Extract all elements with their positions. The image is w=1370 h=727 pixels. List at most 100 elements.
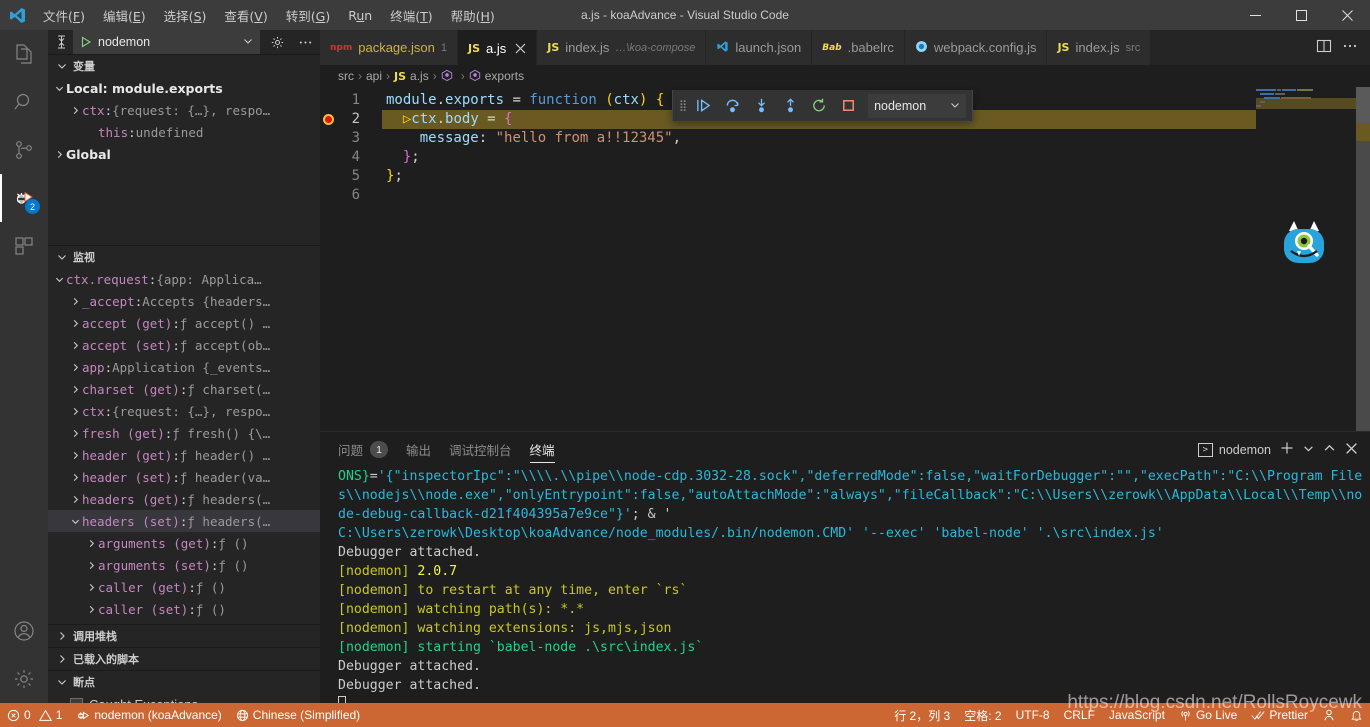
chevron-right-icon[interactable]	[68, 106, 82, 115]
drag-handle-icon[interactable]: ⣿	[679, 99, 687, 112]
tree-row[interactable]: Global	[48, 143, 320, 165]
call-stack-header[interactable]: 调用堆栈	[48, 625, 320, 647]
chevron-right-icon[interactable]	[68, 341, 82, 350]
debug-restart-button[interactable]	[806, 93, 832, 119]
status-eol[interactable]: CRLF	[1057, 703, 1102, 727]
chevron-right-icon[interactable]	[68, 297, 82, 306]
breadcrumb-item-exports[interactable]: exports	[469, 69, 524, 84]
chevron-right-icon[interactable]	[68, 385, 82, 394]
breadcrumb-item--unknown-[interactable]	[441, 69, 457, 84]
chevron-right-icon[interactable]	[68, 473, 82, 482]
panel-tab-终端[interactable]: 终端	[529, 432, 555, 467]
editor-scrollbar[interactable]	[1356, 87, 1370, 431]
breadcrumb-item-api[interactable]: api	[366, 69, 382, 83]
activity-search[interactable]	[0, 78, 48, 126]
line-number[interactable]: 6	[320, 186, 382, 205]
menu-item-0[interactable]: 文件(F)	[34, 3, 94, 28]
tree-row[interactable]: arguments (set): ƒ ()	[48, 554, 320, 576]
activity-run-and-debug[interactable]: 2	[0, 174, 48, 222]
tree-row[interactable]: arguments (get): ƒ ()	[48, 532, 320, 554]
terminal-selector[interactable]: > nodemon	[1197, 442, 1271, 457]
chevron-down-icon[interactable]	[52, 275, 66, 284]
debug-step-into-button[interactable]	[748, 93, 774, 119]
split-editor-icon[interactable]	[1316, 38, 1332, 57]
status-notifications[interactable]	[1343, 703, 1370, 727]
status-problems[interactable]: 0 1	[0, 703, 69, 727]
chevron-right-icon[interactable]	[68, 451, 82, 460]
activity-source-control[interactable]	[0, 126, 48, 174]
tree-row[interactable]: charset (get): ƒ charset(…	[48, 378, 320, 400]
panel-tabs[interactable]: 问题 1 输出 调试控制台 终端	[338, 432, 555, 467]
status-cursor-position[interactable]: 行 2，列 3	[887, 703, 957, 727]
line-number[interactable]: 1	[320, 91, 382, 110]
status-language-mode[interactable]: JavaScript	[1102, 703, 1172, 727]
chevron-right-icon[interactable]	[52, 150, 66, 159]
tree-row[interactable]: Local: module.exports	[48, 77, 320, 99]
code-editor[interactable]: 123456 module.exports = function (ctx) {…	[320, 87, 1370, 431]
chevron-right-icon[interactable]	[68, 407, 82, 416]
tree-row[interactable]: caller (get): ƒ ()	[48, 576, 320, 598]
line-number-gutter[interactable]: 1 2 3 4 5 6	[320, 87, 382, 205]
status-debug-session[interactable]: nodemon (koaAdvance)	[69, 703, 228, 727]
chevron-right-icon[interactable]	[68, 363, 82, 372]
debug-continue-button[interactable]	[690, 93, 716, 119]
chevron-right-icon[interactable]	[68, 429, 82, 438]
menu-item-1[interactable]: 编辑(E)	[94, 3, 155, 28]
debug-session-select[interactable]: nodemon	[868, 93, 967, 118]
debug-stop-button[interactable]	[835, 93, 861, 119]
tree-row[interactable]: headers (get): ƒ headers(…	[48, 488, 320, 510]
editor-tab-a-js[interactable]: JS a.js	[457, 30, 538, 65]
line-number[interactable]: 4	[320, 148, 382, 167]
new-terminal-icon[interactable]	[1280, 441, 1294, 458]
chevron-down-icon[interactable]	[68, 517, 82, 526]
tree-row[interactable]: ctx: {request: {…}, respo…	[48, 400, 320, 422]
chevron-right-icon[interactable]	[84, 605, 98, 614]
debug-config-select[interactable]: nodemon	[73, 30, 260, 54]
chevron-right-icon[interactable]	[84, 561, 98, 570]
menu-bar[interactable]: 文件(F) 编辑(E) 选择(S) 查看(V) 转到(G) Run 终端(T) 帮助(H)	[34, 3, 504, 28]
editor-tab-launch-json[interactable]: launch.json	[706, 30, 813, 65]
activity-accounts[interactable]	[0, 607, 48, 655]
debug-step-out-button[interactable]	[777, 93, 803, 119]
editor-tab-package-json[interactable]: npm package.json 1	[320, 30, 458, 65]
close-button[interactable]	[1324, 0, 1370, 30]
terminal-output[interactable]: ONS}='{"inspectorIpc":"\\\\.\\pipe\\node…	[320, 467, 1370, 703]
status-language-pack[interactable]: Chinese (Simplified)	[229, 703, 367, 727]
line-number[interactable]: 2	[320, 110, 382, 129]
status-indentation[interactable]: 空格: 2	[957, 703, 1008, 727]
debug-more-actions-button[interactable]	[294, 31, 316, 53]
watch-tree[interactable]: ctx.request: {app: Applica… _accept: Acce…	[48, 268, 320, 624]
tree-row[interactable]: header (get): ƒ header() …	[48, 444, 320, 466]
breadcrumb-item-src[interactable]: src	[338, 69, 354, 83]
editor-tab--babelrc[interactable]: Bab .babelrc	[812, 30, 905, 65]
variables-tree[interactable]: Local: module.exports ctx: {request: {…},…	[48, 77, 320, 245]
tree-row[interactable]: fresh (get): ƒ fresh() {\…	[48, 422, 320, 444]
activity-explorer[interactable]	[0, 30, 48, 78]
line-number[interactable]: 3	[320, 129, 382, 148]
menu-item-7[interactable]: 帮助(H)	[442, 3, 504, 28]
debug-floating-toolbar[interactable]: ⣿ nodemon	[672, 90, 974, 122]
chevron-right-icon[interactable]	[68, 495, 82, 504]
status-encoding[interactable]: UTF-8	[1009, 703, 1057, 727]
tree-row[interactable]: _accept: Accepts {headers…	[48, 290, 320, 312]
minimize-button[interactable]	[1232, 0, 1278, 30]
menu-item-6[interactable]: 终端(T)	[381, 3, 441, 28]
tree-row[interactable]: accept (set): ƒ accept(ob…	[48, 334, 320, 356]
chevron-down-icon[interactable]	[52, 84, 66, 93]
status-go-live[interactable]: Go Live	[1172, 703, 1244, 727]
terminal-profile-chevron-icon[interactable]	[1303, 443, 1314, 457]
maximize-restore-button[interactable]	[1278, 0, 1324, 30]
tree-row[interactable]: this: undefined	[48, 121, 320, 143]
line-number[interactable]: 5	[320, 167, 382, 186]
activity-settings[interactable]	[0, 655, 48, 703]
loaded-scripts-header[interactable]: 已载入的脚本	[48, 648, 320, 670]
debug-settings-button[interactable]	[266, 31, 288, 53]
tree-row[interactable]: accept (get): ƒ accept() …	[48, 312, 320, 334]
editor-tab-index-js[interactable]: JS index.js src	[1047, 30, 1152, 65]
panel-tab-输出[interactable]: 输出	[406, 432, 431, 467]
editor-more-icon[interactable]	[1342, 38, 1358, 57]
status-prettier[interactable]: Prettier	[1244, 703, 1315, 727]
breakpoint-marker-icon[interactable]	[323, 114, 334, 125]
menu-item-3[interactable]: 查看(V)	[215, 3, 276, 28]
breakpoint-caught-exceptions[interactable]: Caught Exceptions	[48, 693, 320, 703]
